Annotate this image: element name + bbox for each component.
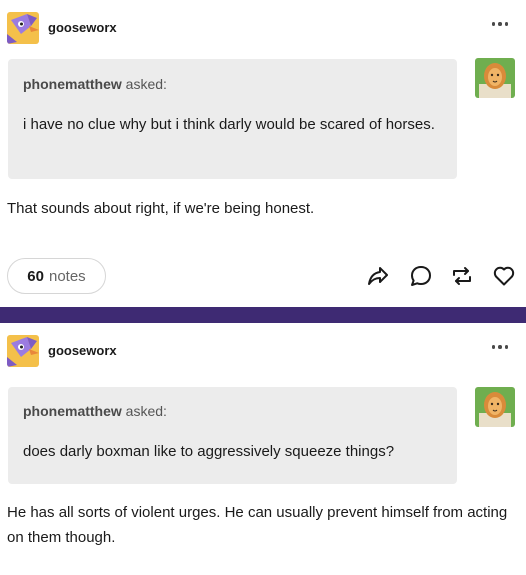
notes-label: notes: [48, 267, 86, 285]
lion-avatar-icon[interactable]: [475, 58, 515, 98]
post-header: gooseworx: [0, 0, 526, 58]
more-options-icon[interactable]: [486, 14, 514, 34]
blog-name[interactable]: gooseworx: [48, 343, 117, 358]
lion-avatar-icon[interactable]: [475, 387, 515, 427]
asked-label: asked:: [125, 403, 167, 419]
asker-line: phonematthew asked:: [23, 403, 167, 419]
more-options-icon[interactable]: [486, 337, 514, 357]
notes-count: 60: [27, 267, 44, 285]
ask-question: does darly boxman like to aggressively s…: [23, 443, 395, 460]
like-icon[interactable]: [492, 264, 516, 288]
goose-avatar-icon[interactable]: [7, 12, 39, 44]
ask-question: i have no clue why but i think darly wou…: [23, 116, 435, 133]
reply-icon[interactable]: [409, 264, 433, 288]
blog-name[interactable]: gooseworx: [48, 20, 117, 35]
reblog-icon[interactable]: [450, 264, 474, 288]
ask-bubble: phonematthew asked: i have no clue why b…: [8, 59, 457, 179]
answer-text: He has all sorts of violent urges. He ca…: [7, 504, 508, 546]
post: gooseworx phonematthew asked: does darly…: [0, 323, 526, 575]
asked-label: asked:: [125, 76, 167, 92]
goose-avatar-icon[interactable]: [7, 335, 39, 367]
asker-name[interactable]: phonematthew: [23, 76, 122, 92]
ask-bubble: phonematthew asked: does darly boxman li…: [8, 387, 457, 484]
post: gooseworx phonematthew asked: i have no …: [0, 0, 526, 307]
answer-text: That sounds about right, if we're being …: [7, 200, 315, 217]
notes-button[interactable]: 60 notes: [7, 258, 106, 294]
asker-name[interactable]: phonematthew: [23, 403, 122, 419]
share-icon[interactable]: [366, 264, 390, 288]
asker-line: phonematthew asked:: [23, 76, 167, 92]
post-header: gooseworx: [0, 323, 526, 381]
post-divider: [0, 307, 526, 323]
